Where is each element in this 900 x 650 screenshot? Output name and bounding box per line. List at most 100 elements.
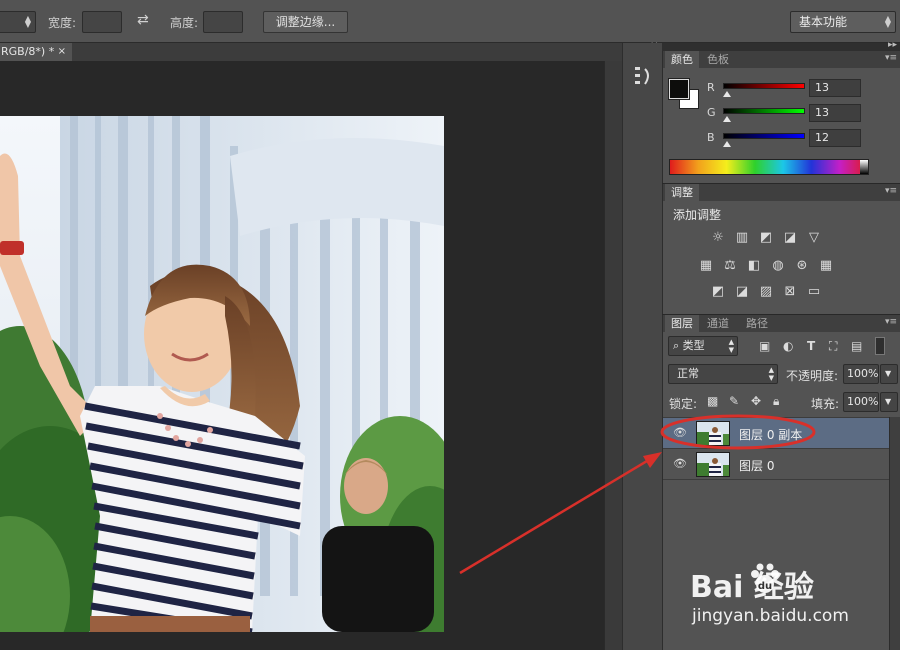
workspace-select[interactable]: 基本功能 ▲ ▼ xyxy=(790,11,896,33)
document-tab-strip: RGB/8*) * × xyxy=(0,43,622,61)
brightness-contrast-icon[interactable]: ☼ xyxy=(709,230,727,246)
collapsed-panel-strip xyxy=(622,43,662,650)
height-label: 高度: xyxy=(170,16,199,30)
channel-slider-thumb[interactable] xyxy=(723,116,732,122)
lock-label: 锁定: xyxy=(669,397,698,411)
layers-panel-tabs: 图层 通道 路径 ▾≡ xyxy=(663,315,900,332)
workspace-value: 基本功能 xyxy=(799,15,848,29)
search-icon: ⌕ xyxy=(673,339,680,352)
panel-menu-icon[interactable]: ▾≡ xyxy=(885,186,897,198)
smart-object-filter-icon[interactable]: ▤ xyxy=(851,339,862,353)
channel-slider-track[interactable] xyxy=(723,83,805,89)
color-channel-g: G 13 xyxy=(663,104,900,128)
vibrance-icon[interactable]: ▽ xyxy=(805,230,823,246)
adjustments-panel-tabs: 调整 ▾≡ xyxy=(663,184,900,201)
watermark-url: jingyan.baidu.com xyxy=(692,606,849,626)
document-photo[interactable] xyxy=(0,116,444,632)
layer-name[interactable]: 图层 0 xyxy=(739,457,774,474)
channel-slider-thumb[interactable] xyxy=(723,141,732,147)
visibility-eye-icon[interactable]: 👁︎ xyxy=(673,426,687,440)
color-channel-b: B 12 xyxy=(663,129,900,153)
height-input[interactable] xyxy=(203,11,243,33)
fill-input[interactable]: 100% xyxy=(843,392,879,412)
tab-swatches[interactable]: 色板 xyxy=(701,51,735,68)
collapse-right-icon[interactable]: ▸▸ xyxy=(888,40,897,50)
tab-paths[interactable]: 路径 xyxy=(740,315,774,332)
adjustments-title: 添加调整 xyxy=(673,208,722,222)
color-panel: 颜色 色板 ▾≡ R 13 G 13 B 12 xyxy=(662,51,900,183)
close-tab-icon[interactable]: × xyxy=(58,43,66,61)
selective-color-icon[interactable]: ⊠ xyxy=(781,284,799,300)
refine-edge-button[interactable]: 调整边缘... xyxy=(263,11,348,33)
lock-position-icon[interactable]: ✥ xyxy=(751,394,761,408)
channel-mixer-icon[interactable]: ⊛ xyxy=(793,258,811,274)
blend-mode-value: 正常 xyxy=(677,367,699,380)
channel-value-input[interactable]: 13 xyxy=(809,79,861,97)
document-tab-label: RGB/8*) * xyxy=(1,45,55,58)
canvas-vertical-scrollbar[interactable] xyxy=(604,61,622,650)
tab-layers[interactable]: 图层 xyxy=(665,315,699,332)
channel-slider-track[interactable] xyxy=(723,108,805,114)
layer-row-original[interactable]: 👁︎ 图层 0 xyxy=(663,449,889,480)
panel-menu-icon[interactable]: ▾≡ xyxy=(885,53,897,65)
photo-filter-icon[interactable]: ◍ xyxy=(769,258,787,274)
tab-color[interactable]: 颜色 xyxy=(665,51,699,68)
curves-icon[interactable]: ◩ xyxy=(757,230,775,246)
levels-icon[interactable]: ▥ xyxy=(733,230,751,246)
black-white-icon[interactable]: ◧ xyxy=(745,258,763,274)
layer-filter-icons: ▣ ◐ T ⛶ ▤ xyxy=(759,337,889,355)
invert-icon[interactable]: ◩ xyxy=(709,284,727,300)
filter-toggle[interactable] xyxy=(875,337,885,355)
layer-thumbnail xyxy=(696,421,730,446)
lock-transparent-icon[interactable]: ▩ xyxy=(707,394,718,408)
tab-channels[interactable]: 通道 xyxy=(701,315,735,332)
lock-pixels-icon[interactable]: ✎ xyxy=(729,394,739,408)
hue-saturation-icon[interactable]: ▦ xyxy=(697,258,715,274)
color-balance-icon[interactable]: ⚖ xyxy=(721,258,739,274)
opacity-dropdown-icon[interactable]: ▼ xyxy=(880,364,898,384)
channel-label: G xyxy=(707,106,716,119)
gradient-map-icon[interactable]: ▭ xyxy=(805,284,823,300)
blend-mode-select[interactable]: 正常 ▲ ▼ xyxy=(668,364,778,384)
opacity-label: 不透明度: xyxy=(786,369,839,383)
fill-dropdown-icon[interactable]: ▼ xyxy=(880,392,898,412)
type-filter-icon[interactable]: T xyxy=(807,339,815,353)
style-select[interactable]: ▲ ▼ xyxy=(0,11,36,33)
baidu-jingyan-watermark: Bai 经验 du jingyan.baidu.com xyxy=(690,562,880,632)
tab-adjustments[interactable]: 调整 xyxy=(665,184,699,201)
color-panel-tabs: 颜色 色板 ▾≡ xyxy=(663,51,900,68)
posterize-icon[interactable]: ◪ xyxy=(733,284,751,300)
layer-filter-value: 类型 xyxy=(682,339,705,352)
adjustments-panel: 调整 ▾≡ 添加调整 ☼ ▥ ◩ ◪ ▽ ▦ ⚖ ◧ ◍ ⊛ ▦ ◩ ◪ ▨ ⊠ ▭ xyxy=(662,184,900,314)
black-white-ramp[interactable] xyxy=(860,160,868,174)
opacity-input[interactable]: 100% xyxy=(843,364,879,384)
layer-thumbnail xyxy=(696,452,730,477)
channel-slider-thumb[interactable] xyxy=(723,91,732,97)
fill-label: 填充: xyxy=(811,397,840,411)
adjustment-filter-icon[interactable]: ◐ xyxy=(783,339,793,353)
layer-row-copy[interactable]: 👁︎ 图层 0 副本 xyxy=(663,418,889,449)
layer-name[interactable]: 图层 0 副本 xyxy=(739,426,802,443)
shape-filter-icon[interactable]: ⛶ xyxy=(829,339,837,354)
width-input[interactable] xyxy=(82,11,122,33)
width-label: 宽度: xyxy=(48,16,77,30)
channel-label: R xyxy=(707,81,715,94)
channel-value-input[interactable]: 13 xyxy=(809,104,861,122)
threshold-icon[interactable]: ▨ xyxy=(757,284,775,300)
lock-all-icon[interactable]: 🔒︎ xyxy=(773,394,779,409)
panel-menu-icon[interactable]: ▾≡ xyxy=(885,317,897,329)
layer-list-scrollbar[interactable] xyxy=(889,417,900,650)
pixel-filter-icon[interactable]: ▣ xyxy=(759,339,770,353)
channel-slider-track[interactable] xyxy=(723,133,805,139)
swap-icon[interactable]: ⇄ xyxy=(137,12,149,28)
color-spectrum-bar[interactable] xyxy=(669,159,869,175)
visibility-eye-icon[interactable]: 👁︎ xyxy=(673,457,687,471)
history-panel-icon[interactable] xyxy=(633,65,653,89)
exposure-icon[interactable]: ◪ xyxy=(781,230,799,246)
panel-collapse-bar[interactable]: ◂◂ ▸▸ xyxy=(622,40,900,51)
color-lookup-icon[interactable]: ▦ xyxy=(817,258,835,274)
channel-value-input[interactable]: 12 xyxy=(809,129,861,147)
paw-icon: du xyxy=(751,563,779,593)
layer-filter-select[interactable]: ⌕ 类型 ▲ ▼ xyxy=(668,336,738,356)
document-tab[interactable]: RGB/8*) * × xyxy=(0,43,72,61)
